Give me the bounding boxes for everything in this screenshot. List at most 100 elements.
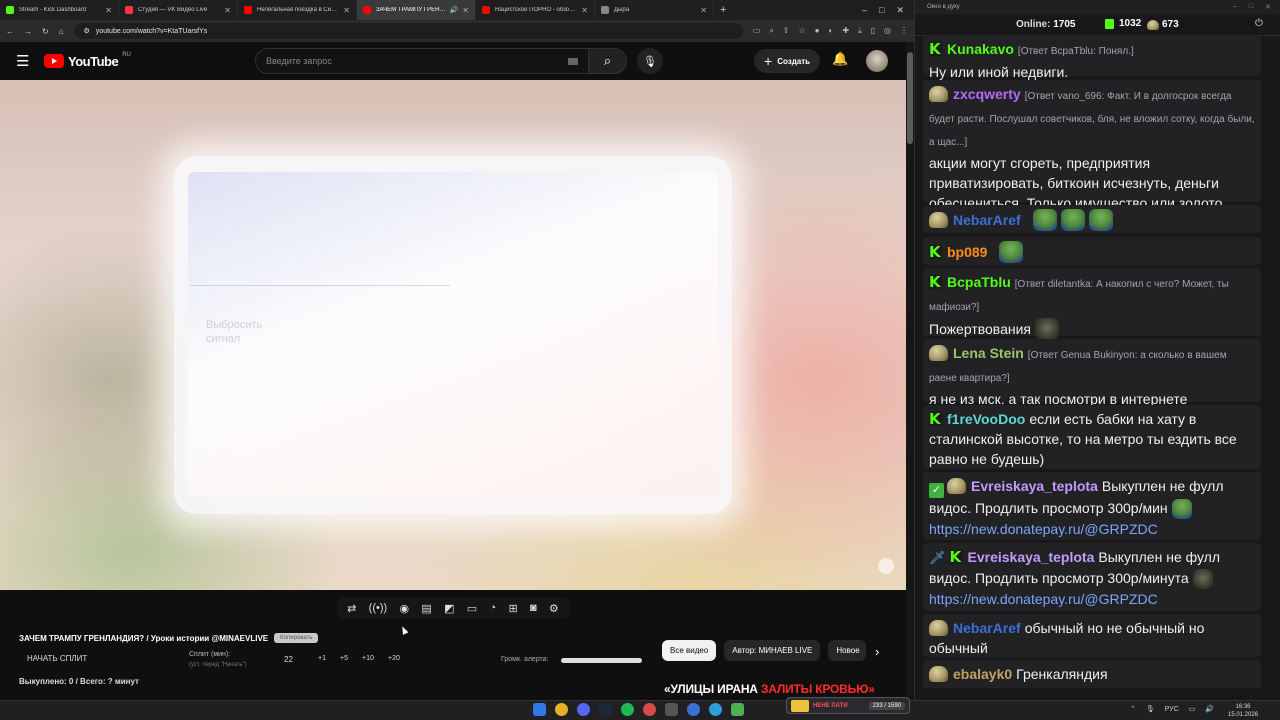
chat-username[interactable]: bp089: [947, 244, 987, 260]
split-minutes-input[interactable]: 22: [284, 655, 293, 664]
settings-gear-icon[interactable]: ⚙: [549, 602, 559, 615]
recommended-video-title[interactable]: «УЛИЦЫ ИРАНА ЗАЛИТЫ КРОВЬЮ»: [664, 682, 875, 696]
search-input[interactable]: Введите запрос: [255, 48, 589, 74]
chat-username[interactable]: f1reVooDoo: [947, 411, 1025, 427]
broadcast-icon[interactable]: ((•)): [369, 602, 388, 614]
youtube-logo[interactable]: YouTube RU: [44, 52, 131, 69]
create-button[interactable]: + Создать: [754, 49, 821, 73]
back-icon[interactable]: ←: [6, 27, 14, 36]
keyboard-icon[interactable]: [568, 57, 578, 65]
chat-username[interactable]: NebarAref: [953, 212, 1021, 228]
minimize-button[interactable]: –: [1233, 3, 1237, 11]
steam-icon[interactable]: [599, 703, 612, 716]
discord-icon[interactable]: [577, 703, 590, 716]
close-window-button[interactable]: ✕: [896, 5, 904, 16]
player-corner-button[interactable]: [878, 558, 894, 574]
player-icon[interactable]: [687, 703, 700, 716]
clapper-icon[interactable]: ▤: [421, 602, 431, 615]
speed-icon[interactable]: ◔: [489, 602, 496, 614]
avatar[interactable]: [866, 50, 888, 72]
windows-start-icon[interactable]: [533, 703, 546, 716]
extension-icon[interactable]: ◐: [829, 26, 834, 36]
extension-icon[interactable]: ●: [815, 26, 820, 36]
close-tab-icon[interactable]: ✕: [462, 6, 469, 15]
close-tab-icon[interactable]: ✕: [224, 6, 231, 15]
start-split-button[interactable]: НАЧАТЬ СПЛИТ: [27, 654, 87, 663]
share-icon[interactable]: ⇪: [783, 26, 790, 36]
chat-username[interactable]: BcpaTblu: [947, 274, 1011, 290]
tab-youtube-greenland[interactable]: ЗАЧЕМ ТРАМПУ ГРЕНЛАНДИЯ 🔊 ✕: [357, 0, 476, 20]
chip-new[interactable]: Новое: [828, 640, 867, 661]
search-button[interactable]: ⌕: [589, 48, 627, 74]
close-window-button[interactable]: ✕: [1265, 3, 1271, 11]
chat-username[interactable]: NebarAref: [953, 620, 1021, 636]
tab-vk-studio[interactable]: Студия — VK Видео Live ✕: [119, 0, 238, 20]
new-tab-button[interactable]: +: [714, 4, 732, 16]
system-clock[interactable]: 16:36 15.01.2026: [1228, 703, 1258, 719]
add-5-button[interactable]: +5: [340, 655, 348, 662]
puzzle-icon[interactable]: ✚: [842, 26, 849, 36]
donate-link[interactable]: https://new.donatepay.ru/@GRPZDC: [929, 521, 1158, 537]
tray-overflow-icon[interactable]: ⌃: [1130, 705, 1136, 713]
chat-username[interactable]: Evreiskaya_teplota: [968, 549, 1095, 565]
screenshot-camera-icon[interactable]: ◙: [530, 602, 537, 614]
tab-youtube-syria[interactable]: Нелегальная поездка в Сирию ✕: [238, 0, 357, 20]
copy-button[interactable]: Копировать: [274, 633, 319, 643]
maximize-button[interactable]: □: [1249, 3, 1253, 11]
app-icon[interactable]: [665, 703, 678, 716]
tab-youtube-review[interactable]: Нацистское ПОРНО - обзор из... ✕: [476, 0, 595, 20]
sound-playing-icon[interactable]: 🔊: [450, 6, 459, 14]
url-field[interactable]: ⚙ youtube.com/watch?v=KtaTUarsfYs: [73, 23, 743, 39]
microphone-icon[interactable]: 🎙: [1146, 705, 1155, 713]
donate-link[interactable]: https://new.donatepay.ru/@GRPZDC: [929, 591, 1158, 607]
chip-all-videos[interactable]: Все видео: [662, 640, 717, 661]
chat-username[interactable]: ebalayk0: [953, 666, 1012, 682]
network-icon[interactable]: ▭: [1189, 705, 1196, 713]
video-player[interactable]: Выбросить сигнал: [0, 80, 906, 590]
notifications-bell-icon[interactable]: 🔔: [832, 51, 848, 67]
chat-username[interactable]: Evreiskaya_teplota: [971, 478, 1098, 494]
theater-icon[interactable]: ▭: [467, 602, 477, 615]
chat-username[interactable]: Lena Stein: [953, 345, 1024, 361]
sidebar-icon[interactable]: ▯: [871, 26, 875, 36]
page-scrollbar[interactable]: [906, 42, 914, 700]
tab-kick-dashboard[interactable]: Stream - Kick Dashboard ✕: [0, 0, 119, 20]
profile-icon[interactable]: ◎: [884, 26, 891, 36]
add-20-button[interactable]: +20: [388, 655, 400, 662]
spotify-icon[interactable]: [621, 703, 634, 716]
menu-icon[interactable]: ⋮: [900, 26, 908, 36]
maximize-button[interactable]: □: [879, 5, 884, 16]
add-10-button[interactable]: +10: [362, 655, 374, 662]
minimize-button[interactable]: –: [862, 5, 867, 16]
obs-icon[interactable]: [643, 703, 656, 716]
close-tab-icon[interactable]: ✕: [581, 6, 588, 15]
add-video-icon[interactable]: ⊞: [508, 602, 517, 615]
add-1-button[interactable]: +1: [318, 655, 326, 662]
loop-icon[interactable]: ⇄: [347, 602, 356, 615]
chevron-right-icon[interactable]: ›: [875, 644, 879, 659]
chip-author[interactable]: Автор: МИНАЕВ LIVE: [724, 640, 821, 661]
app-icon[interactable]: [731, 703, 744, 716]
zoom-icon[interactable]: ⌕: [769, 26, 773, 36]
volume-icon[interactable]: 🔊: [1205, 705, 1214, 713]
home-icon[interactable]: ⌂: [59, 27, 64, 36]
site-info-icon[interactable]: ⚙: [84, 27, 90, 35]
forward-icon[interactable]: →: [24, 27, 32, 36]
voice-search-button[interactable]: 🎙: [637, 48, 663, 74]
close-tab-icon[interactable]: ✕: [700, 6, 707, 15]
alert-volume-slider[interactable]: [561, 658, 642, 663]
picture-in-picture-icon[interactable]: ◩: [444, 602, 454, 615]
telegram-icon[interactable]: [709, 703, 722, 716]
chat-settings-icon[interactable]: ⏻: [1255, 18, 1263, 29]
chat-username[interactable]: zxcqwerty: [953, 86, 1021, 102]
scrollbar-thumb[interactable]: [907, 52, 913, 144]
tab-dyra[interactable]: Дыра ✕: [595, 0, 714, 20]
close-tab-icon[interactable]: ✕: [343, 6, 350, 15]
reload-icon[interactable]: ↻: [42, 27, 49, 36]
cast-icon[interactable]: ▭: [753, 26, 761, 36]
close-tab-icon[interactable]: ✕: [105, 6, 112, 15]
chat-username[interactable]: Kunakavo: [947, 41, 1014, 57]
download-icon[interactable]: ⤓: [858, 26, 862, 36]
watch-icon[interactable]: ◉: [399, 602, 409, 615]
bookmark-star-icon[interactable]: ☆: [799, 26, 806, 36]
